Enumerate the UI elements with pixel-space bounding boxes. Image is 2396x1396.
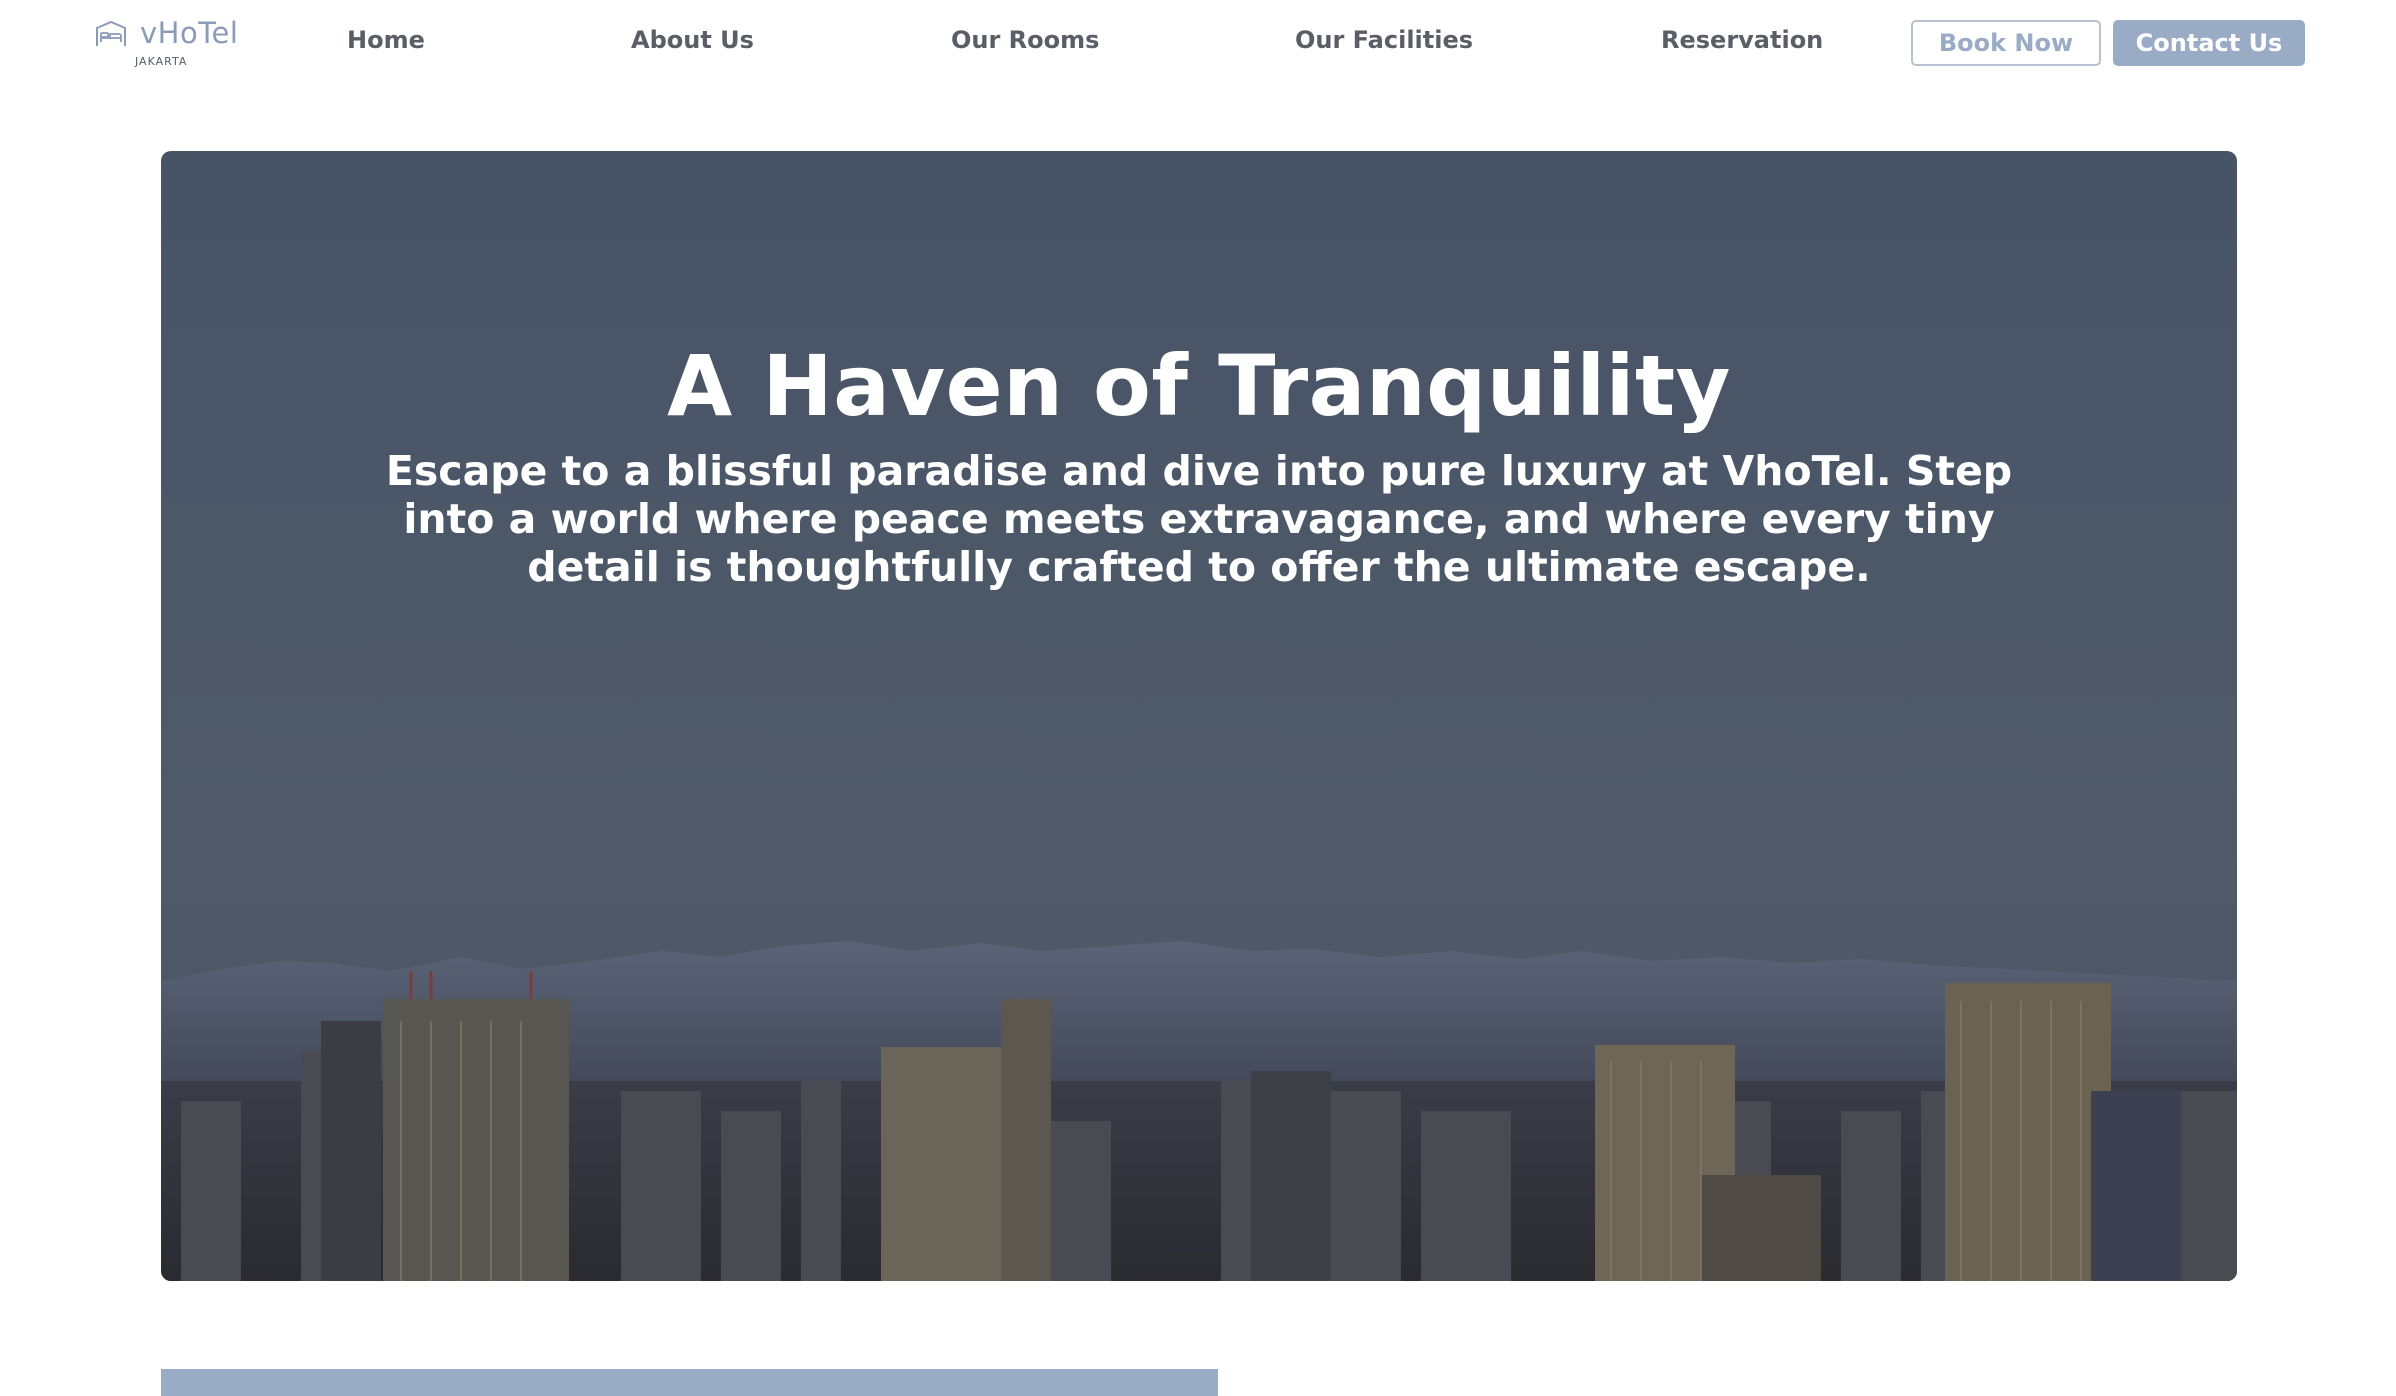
city-skyline-image [161, 941, 2237, 1281]
nav-home[interactable]: Home [347, 26, 425, 54]
brand-name: vHoTel [140, 16, 239, 50]
top-navbar: vHoTel JAKARTA Home About Us Our Rooms O… [0, 0, 2396, 86]
contact-us-button[interactable]: Contact Us [2113, 20, 2305, 66]
brand-location: JAKARTA [135, 55, 188, 68]
brand-logo[interactable]: vHoTel JAKARTA [94, 16, 244, 72]
hero-banner: A Haven of Tranquility Escape to a bliss… [161, 151, 2237, 1281]
section-banner [161, 1369, 1218, 1396]
nav-our-rooms[interactable]: Our Rooms [951, 26, 1099, 54]
bed-icon [96, 20, 126, 46]
nav-reservation[interactable]: Reservation [1661, 26, 1823, 54]
book-now-button[interactable]: Book Now [1911, 20, 2101, 66]
nav-our-facilities[interactable]: Our Facilities [1295, 26, 1473, 54]
hero-subtitle: Escape to a blissful paradise and dive i… [385, 447, 2013, 591]
nav-about-us[interactable]: About Us [631, 26, 754, 54]
hero-title: A Haven of Tranquility [667, 337, 1731, 435]
